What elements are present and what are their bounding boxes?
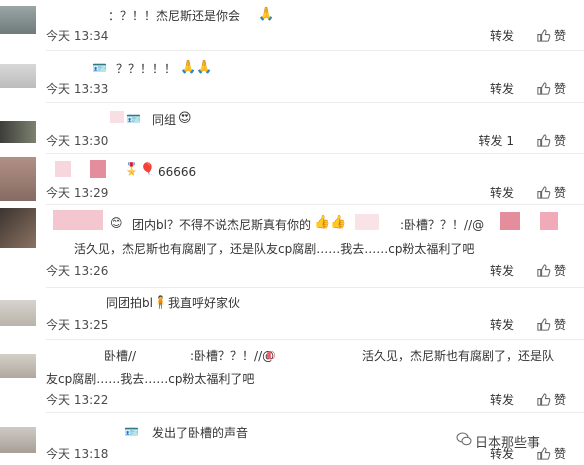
like-label: 赞 [553,264,566,278]
comment-text-cont: 我直呼好家伙 [168,296,241,310]
pray-emoji-icon: 🙏🙏 [180,60,213,75]
pray-emoji-icon: 🙏 [258,7,275,22]
comment-text-cont: :卧槽？？！//@ [400,218,485,232]
like-button[interactable]: 赞 [537,393,566,407]
redacted-block [53,210,103,230]
comment-time: 今天 13:33 [46,82,109,96]
avatar[interactable] [0,354,36,378]
repost-button[interactable]: 转发 [490,318,514,332]
comment-item: 🪪 同组 😍 今天 13:30 转发 1 赞 [0,103,584,154]
like-label: 赞 [553,393,566,407]
divider [46,50,584,51]
comment-item: ：？！！杰尼斯还是你会 🙏 今天 13:34 转发 赞 [0,0,584,52]
comment-item: 同团拍bl 🧍 我直呼好家伙 今天 13:25 转发 赞 [0,288,584,340]
smile-emoji-icon: 😊 [110,216,123,230]
avatar[interactable] [0,208,36,248]
like-label: 赞 [553,186,566,200]
comment-time: 今天 13:25 [46,318,109,332]
like-button[interactable]: 赞 [537,186,566,200]
repost-button[interactable]: 转发 [490,186,514,200]
like-button[interactable]: 赞 [537,447,566,461]
repost-button[interactable]: 转发 [490,264,514,278]
like-label: 赞 [553,82,566,96]
comment-text: 同团拍bl [106,296,153,310]
repost-button[interactable]: 转发 [490,82,514,96]
comment-item: 😊 团内bl？不得不说杰尼斯真有你的 👍👍 :卧槽？？！//@ 活久见，杰尼斯也… [0,204,584,288]
comment-time: 今天 13:30 [46,134,109,148]
redacted-block [90,160,106,178]
comment-text: ？？！！！ [116,62,177,76]
comment-text: 同组 [152,113,177,127]
like-label: 赞 [553,318,566,332]
comment-quote: 活久见，杰尼斯也有腐剧了，还是队 [362,349,555,363]
comment-text: 团内bl？不得不说杰尼斯真有你的 [132,218,311,232]
like-label: 赞 [553,134,566,148]
heart-eyes-emoji-icon: 😍 [178,111,192,126]
avatar[interactable] [0,157,36,201]
thumbs-up-icon [537,318,551,331]
avatar[interactable] [0,427,36,453]
like-label: 赞 [553,29,566,43]
thumbs-emoji-icon: 👍👍 [314,215,347,230]
avatar[interactable] [0,6,36,34]
like-button[interactable]: 赞 [537,82,566,96]
repost-button[interactable]: 转发 [490,29,514,43]
comment-text-cont: :卧槽？？！//@ [190,349,275,363]
redacted-block [55,161,71,177]
comment-quote-cont: 友cp腐剧……我去……cp粉太福利了吧 [46,372,255,386]
balloon-icon: 🎈 [140,162,155,176]
repost-button[interactable]: 转发 1 [479,134,514,148]
comment-text: ：？！！杰尼斯还是你会 [108,9,241,23]
like-button[interactable]: 赞 [537,264,566,278]
mention-mark-icon: ◐ [266,348,276,361]
thumbs-up-icon [537,134,551,147]
redacted-block [110,111,124,123]
like-label: 赞 [553,447,566,461]
badge-icon: 🪪 [92,61,107,75]
comment-time: 今天 13:34 [46,29,109,43]
comment-time: 今天 13:18 [46,447,109,461]
thumbs-up-icon [537,264,551,277]
comment-item: 🪪 ？？！！！ 🙏🙏 今天 13:33 转发 赞 [0,52,584,103]
comment-quote: 活久见，杰尼斯也有腐剧了，还是队友cp腐剧……我去……cp粉太福利了吧 [74,242,475,256]
badge-icon: 🪪 [124,425,139,439]
comment-item: 卧槽// :卧槽？？！//@ ◐ 活久见，杰尼斯也有腐剧了，还是队 友cp腐剧…… [0,340,584,413]
repost-button[interactable]: 转发 [490,393,514,407]
thumbs-up-icon [537,393,551,406]
wechat-icon [456,432,472,446]
like-button[interactable]: 赞 [537,318,566,332]
redacted-block [355,214,379,230]
comment-text: 发出了卧槽的声音 [152,426,249,440]
like-button[interactable]: 赞 [537,134,566,148]
badge-icon: 🎖️ [124,162,139,176]
redacted-block [540,212,558,230]
thumbs-up-icon [537,82,551,95]
thumbs-up-icon [537,29,551,42]
comment-text: 卧槽// [104,349,137,363]
comment-time: 今天 13:29 [46,186,109,200]
watermark: 日本那些事 [475,436,541,451]
person-emoji-icon: 🧍 [153,295,168,309]
comment-time: 今天 13:26 [46,264,109,278]
redacted-block [500,212,520,230]
thumbs-up-icon [537,186,551,199]
badge-icon: 🪪 [126,112,141,126]
like-button[interactable]: 赞 [537,29,566,43]
avatar[interactable] [0,300,36,326]
avatar[interactable] [0,121,36,143]
comment-item: 🎖️ 🎈 66666 今天 13:29 转发 赞 [0,153,584,205]
avatar[interactable] [0,64,36,88]
comment-text: 66666 [158,165,197,179]
comment-time: 今天 13:22 [46,393,109,407]
